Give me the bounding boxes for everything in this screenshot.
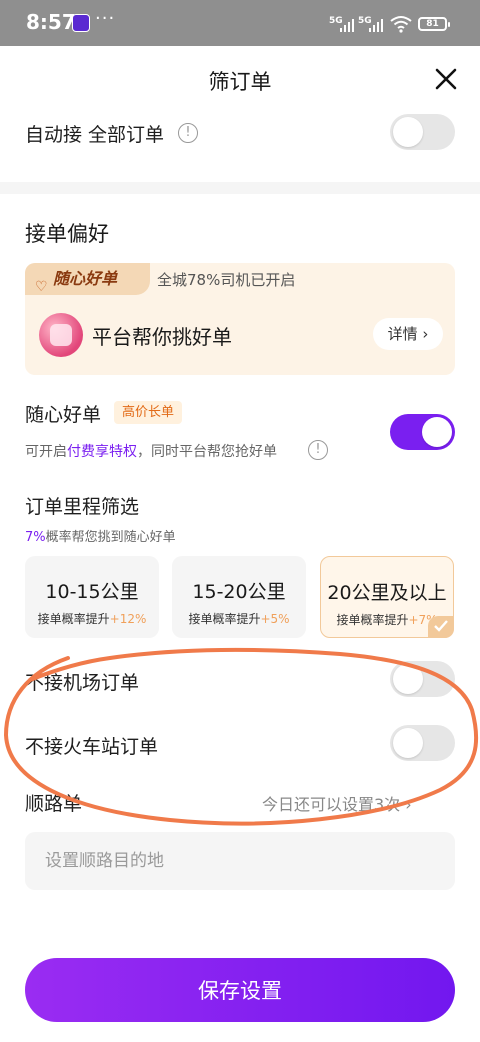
card-tag-bar: ♡ 随心好单 全城78%司机已开启 <box>25 263 455 295</box>
mileage-pct: 7% <box>25 530 46 545</box>
note-suffix: ，同时平台帮您抢好单 <box>137 444 277 460</box>
battery-icon: 81 <box>418 17 450 31</box>
card-main-text: 平台帮你挑好单 <box>92 325 232 349</box>
option-up: +12% <box>109 612 147 626</box>
status-time: 8:57 <box>26 10 76 34</box>
driver-stat-text: 全城78%司机已开启 <box>157 271 296 289</box>
option-label: 20公里及以上 <box>327 582 447 604</box>
toggle-knob <box>393 728 423 758</box>
toggle-knob <box>422 417 452 447</box>
auto-accept-label: 自动接 全部订单 <box>25 124 165 146</box>
option-label: 10-15公里 <box>45 581 139 603</box>
mileage-subtitle: 7%概率帮您挑到随心好单 <box>25 526 176 545</box>
train-label: 不接火车站订单 <box>25 736 159 758</box>
mileage-option-15-20[interactable]: 15-20公里 接单概率提升+5% <box>172 556 306 638</box>
mileage-title: 订单里程筛选 <box>25 496 140 518</box>
heart-icon: ♡ <box>35 279 48 295</box>
save-button[interactable]: 保存设置 <box>25 958 455 1022</box>
mileage-option-20-plus[interactable]: 20公里及以上 接单概率提升+7% <box>320 556 454 638</box>
section-divider <box>0 182 480 194</box>
option-sub: 接单概率提升+5% <box>172 610 306 627</box>
airport-label: 不接机场订单 <box>25 672 140 694</box>
train-toggle[interactable] <box>390 725 455 761</box>
route-label: 顺路单 <box>25 793 83 815</box>
signal-bars-icon-1 <box>340 16 354 32</box>
option-sub-text: 接单概率提升 <box>37 612 110 626</box>
toggle-knob <box>393 664 423 694</box>
high-price-badge: 高价长单 <box>114 401 183 424</box>
info-icon[interactable]: ! <box>178 123 198 143</box>
note-prefix: 可开启 <box>25 444 67 460</box>
gift-icon <box>39 313 83 357</box>
page-title: 筛订单 <box>208 70 272 94</box>
preference-section-title: 接单偏好 <box>25 222 109 246</box>
signal-bars-icon-2 <box>369 16 383 32</box>
mileage-sub-text: 概率帮您挑到随心好单 <box>45 530 176 545</box>
preference-card: ♡ 随心好单 全城78%司机已开启 平台帮你挑好单 详情 › <box>25 263 455 375</box>
close-icon[interactable] <box>431 64 461 94</box>
app-notification-icon <box>72 14 90 32</box>
option-sub: 接单概率提升+12% <box>25 610 159 627</box>
status-bar: 8:57 ··· 5G 5G 81 <box>0 0 480 46</box>
option-up: +5% <box>260 612 290 626</box>
auto-accept-toggle[interactable] <box>390 114 455 150</box>
mileage-option-10-15[interactable]: 10-15公里 接单概率提升+12% <box>25 556 159 638</box>
suixin-toggle[interactable] <box>390 414 455 450</box>
suixin-label: 随心好单 <box>25 404 102 426</box>
detail-button[interactable]: 详情 › <box>373 318 443 350</box>
option-sub-text: 接单概率提升 <box>188 612 261 626</box>
airport-toggle[interactable] <box>390 661 455 697</box>
route-destination-input[interactable] <box>25 832 455 890</box>
route-remaining-link[interactable]: 今日还可以设置3次 › <box>262 791 412 815</box>
suixin-note: 可开启付费享特权，同时平台帮您抢好单 <box>25 441 277 461</box>
wifi-icon <box>390 16 412 33</box>
selected-check-icon <box>428 616 454 638</box>
info-icon[interactable]: ! <box>308 440 328 460</box>
brand-text: 随心好单 <box>53 269 118 288</box>
option-sub-text: 接单概率提升 <box>336 613 409 627</box>
toggle-knob <box>393 117 423 147</box>
paid-privilege-link[interactable]: 付费享特权 <box>67 444 137 460</box>
more-notifications-icon: ··· <box>95 8 116 29</box>
suixin-brand-tag: ♡ 随心好单 <box>25 263 150 295</box>
option-label: 15-20公里 <box>192 581 286 603</box>
